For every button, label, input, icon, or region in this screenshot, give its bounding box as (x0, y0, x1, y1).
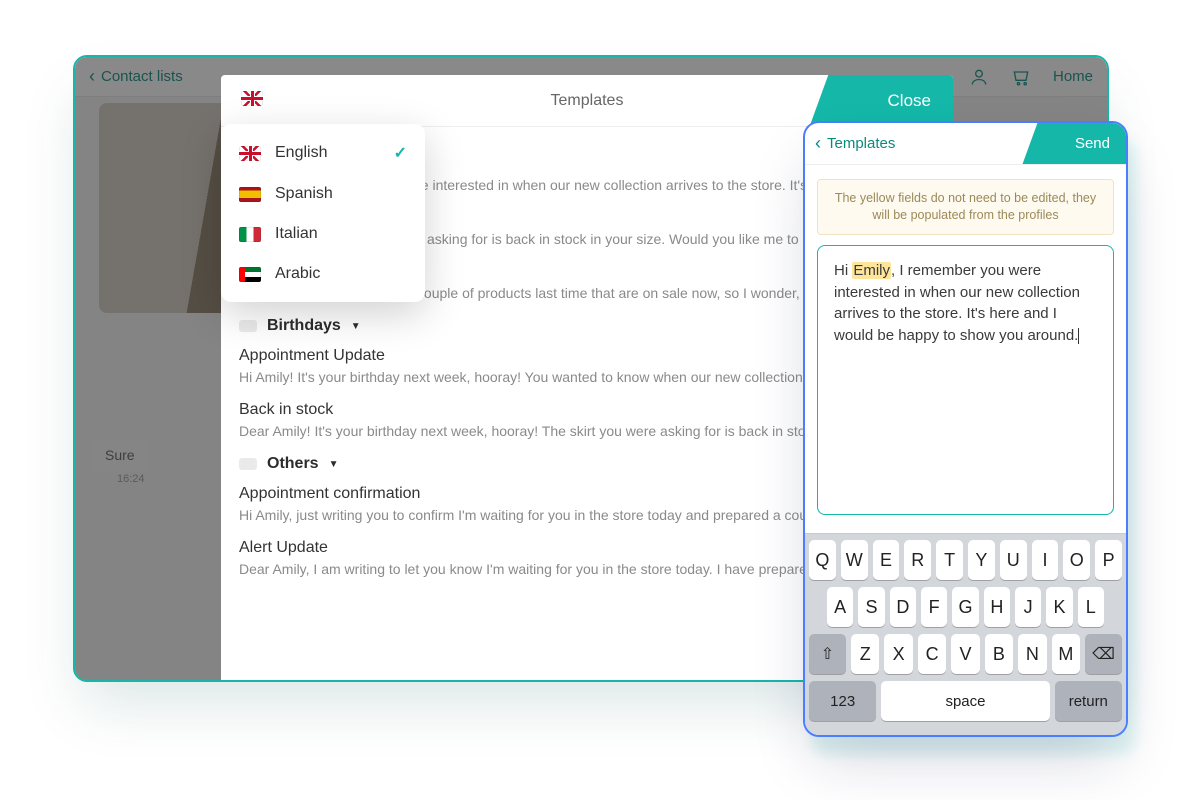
keyboard-key-b[interactable]: B (985, 634, 1013, 674)
close-button[interactable]: Close (833, 75, 953, 126)
profile-fields-note: The yellow fields do not need to be edit… (817, 179, 1114, 235)
phone-header: ‹ Templates Send (805, 123, 1126, 165)
profile-field-highlight: Emily (852, 262, 891, 279)
gb-flag-icon (239, 146, 261, 161)
message-editor[interactable]: Hi Emily, I remember you were interested… (817, 245, 1114, 515)
keyboard-key-q[interactable]: Q (809, 540, 836, 580)
keyboard-key-f[interactable]: F (921, 587, 947, 627)
section-indicator (239, 458, 257, 470)
back-to-templates[interactable]: ‹ Templates (805, 133, 895, 154)
keyboard-shift-key[interactable]: ⇧ (809, 634, 846, 674)
section-name: Others (267, 455, 319, 473)
keyboard-key-w[interactable]: W (841, 540, 868, 580)
keyboard-key-e[interactable]: E (873, 540, 900, 580)
language-dropdown[interactable]: English ✓ Spanish Italian Arabic (221, 124, 425, 302)
message-prefix: Hi (834, 262, 852, 279)
keyboard-delete-key[interactable]: ⌫ (1085, 634, 1122, 674)
it-flag-icon (239, 227, 261, 242)
keyboard-key-s[interactable]: S (858, 587, 884, 627)
es-flag-icon (239, 187, 261, 202)
section-indicator (239, 320, 257, 332)
keyboard-key-u[interactable]: U (1000, 540, 1027, 580)
keyboard-key-o[interactable]: O (1063, 540, 1090, 580)
keyboard-key-t[interactable]: T (936, 540, 963, 580)
ae-flag-icon (239, 267, 261, 282)
keyboard-key-y[interactable]: Y (968, 540, 995, 580)
keyboard-numbers-key[interactable]: 123 (809, 681, 876, 721)
close-button-label: Close (888, 75, 931, 126)
keyboard-key-n[interactable]: N (1018, 634, 1046, 674)
send-button[interactable]: Send (1040, 123, 1126, 164)
language-option-arabic[interactable]: Arabic (221, 254, 425, 294)
keyboard-key-p[interactable]: P (1095, 540, 1122, 580)
language-name: English (275, 144, 327, 162)
language-option-english[interactable]: English ✓ (221, 132, 425, 174)
keyboard-return-key[interactable]: return (1055, 681, 1122, 721)
keyboard-key-v[interactable]: V (951, 634, 979, 674)
caret-down-icon: ▼ (351, 321, 361, 332)
keyboard-key-x[interactable]: X (884, 634, 912, 674)
phone-back-label: Templates (827, 135, 895, 152)
keyboard-key-j[interactable]: J (1015, 587, 1041, 627)
keyboard-key-l[interactable]: L (1078, 587, 1104, 627)
caret-down-icon: ▼ (329, 459, 339, 470)
text-caret (1078, 328, 1079, 344)
templates-modal-header: Templates Close (221, 75, 953, 127)
keyboard-key-m[interactable]: M (1052, 634, 1080, 674)
language-name: Arabic (275, 265, 320, 283)
keyboard-key-r[interactable]: R (904, 540, 931, 580)
chevron-left-icon: ‹ (815, 133, 821, 154)
keyboard-key-h[interactable]: H (984, 587, 1010, 627)
language-selector-button[interactable] (241, 91, 263, 111)
language-option-italian[interactable]: Italian (221, 214, 425, 254)
section-name: Birthdays (267, 317, 341, 335)
language-option-spanish[interactable]: Spanish (221, 174, 425, 214)
keyboard-space-key[interactable]: space (881, 681, 1049, 721)
keyboard-key-c[interactable]: C (918, 634, 946, 674)
language-name: Italian (275, 225, 318, 243)
ios-keyboard: QWERTYUIOP ASDFGHJKL ⇧ZXCVBNM⌫ 123 space… (805, 533, 1126, 735)
keyboard-key-g[interactable]: G (952, 587, 978, 627)
keyboard-key-a[interactable]: A (827, 587, 853, 627)
send-button-label: Send (1075, 123, 1110, 164)
keyboard-key-k[interactable]: K (1046, 587, 1072, 627)
keyboard-key-i[interactable]: I (1032, 540, 1059, 580)
phone-frame: ‹ Templates Send The yellow fields do no… (803, 121, 1128, 737)
language-name: Spanish (275, 185, 333, 203)
uk-flag-icon (241, 91, 263, 106)
keyboard-key-z[interactable]: Z (851, 634, 879, 674)
keyboard-key-d[interactable]: D (890, 587, 916, 627)
check-icon: ✓ (394, 143, 407, 163)
